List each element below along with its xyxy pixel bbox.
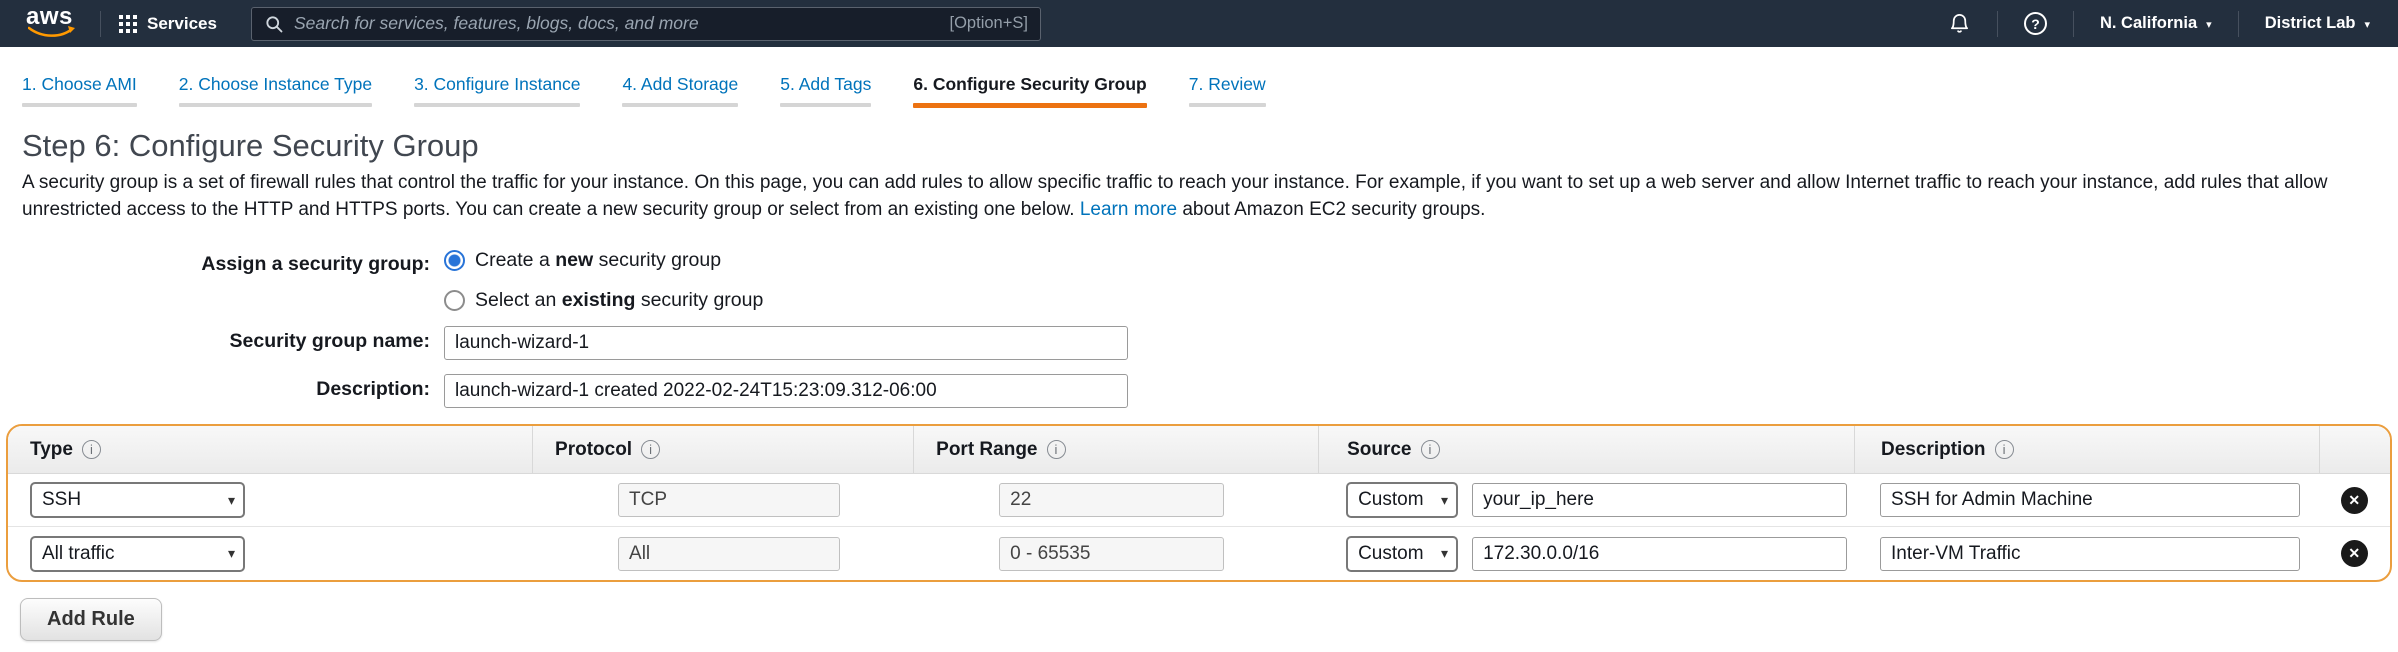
add-rule-button[interactable]: Add Rule [20, 598, 162, 641]
chevron-down-icon [1441, 545, 1448, 562]
column-header-port-range: Port Range [913, 426, 1318, 473]
aws-logo[interactable]: aws [26, 4, 82, 44]
info-icon[interactable] [641, 440, 660, 459]
rule-source-mode-select[interactable]: Custom [1346, 482, 1458, 518]
rule-row-all-traffic: All traffic Custom [8, 527, 2390, 580]
column-header-protocol: Protocol [532, 426, 913, 473]
services-label: Services [147, 14, 217, 34]
grid-icon [119, 15, 137, 33]
notifications-button[interactable] [1940, 12, 1979, 35]
topbar-right-cluster: N. California District Lab [1940, 11, 2378, 37]
rule-row-ssh: SSH Custom [8, 474, 2390, 527]
topbar-divider [100, 11, 101, 37]
rule-port-range-field [999, 537, 1224, 571]
rule-source-mode-select[interactable]: Custom [1346, 536, 1458, 572]
page-description: A security group is a set of firewall ru… [22, 170, 2376, 223]
security-rules-table: Type Protocol Port Range Source Descript… [6, 424, 2392, 582]
topbar-divider [1997, 11, 1998, 37]
radio-select-existing-security-group[interactable]: Select an existing security group [444, 289, 763, 312]
question-circle-icon [2024, 12, 2047, 35]
wizard-steps-nav: 1. Choose AMI 2. Choose Instance Type 3.… [0, 47, 2398, 108]
security-group-form: Assign a security group: Create a new se… [0, 249, 2398, 408]
info-icon[interactable] [1995, 440, 2014, 459]
wizard-step-configure-instance[interactable]: 3. Configure Instance [414, 74, 580, 108]
search-icon [264, 14, 284, 34]
info-icon[interactable] [82, 440, 101, 459]
topbar-divider [2238, 11, 2239, 37]
rule-port-range-field [999, 483, 1224, 517]
rules-table-header: Type Protocol Port Range Source Descript… [8, 426, 2390, 474]
global-search-box[interactable]: [Option+S] [251, 7, 1041, 41]
chevron-down-icon [2206, 18, 2212, 31]
chevron-down-icon [228, 545, 235, 562]
page-description-suffix: about Amazon EC2 security groups. [1182, 199, 1485, 220]
rule-description-input[interactable] [1880, 537, 2300, 571]
radio-select-existing-label: Select an existing security group [475, 289, 763, 312]
learn-more-link[interactable]: Learn more [1080, 199, 1177, 220]
aws-smile-icon [28, 25, 76, 39]
services-menu-button[interactable]: Services [119, 14, 217, 34]
topbar-divider [2073, 11, 2074, 37]
region-label: N. California [2100, 14, 2197, 33]
wizard-step-add-tags[interactable]: 5. Add Tags [780, 74, 871, 108]
radio-create-new-security-group[interactable]: Create a new security group [444, 249, 763, 272]
chevron-down-icon [1441, 492, 1448, 509]
column-header-delete [2319, 426, 2390, 473]
column-header-type: Type [8, 426, 532, 473]
description-label: Description: [0, 374, 430, 401]
account-label: District Lab [2265, 14, 2356, 33]
chevron-down-icon [2364, 18, 2370, 31]
search-shortcut-hint: [Option+S] [950, 14, 1028, 33]
wizard-step-choose-instance-type[interactable]: 2. Choose Instance Type [179, 74, 372, 108]
rule-description-input[interactable] [1880, 483, 2300, 517]
info-icon[interactable] [1047, 440, 1066, 459]
rule-type-select[interactable]: All traffic [30, 536, 245, 572]
wizard-step-review[interactable]: 7. Review [1189, 74, 1266, 108]
account-menu[interactable]: District Lab [2257, 14, 2378, 33]
radio-unselected-icon [444, 290, 465, 311]
radio-create-new-label: Create a new security group [475, 249, 721, 272]
chevron-down-icon [228, 492, 235, 509]
top-navigation-bar: aws Services [Option+S] [0, 0, 2398, 47]
assign-security-group-label: Assign a security group: [0, 249, 430, 276]
wizard-step-choose-ami[interactable]: 1. Choose AMI [22, 74, 137, 108]
help-button[interactable] [2016, 12, 2055, 35]
wizard-step-configure-security-group[interactable]: 6. Configure Security Group [913, 74, 1146, 108]
rule-source-input[interactable] [1472, 537, 1847, 571]
info-icon[interactable] [1421, 440, 1440, 459]
delete-rule-button[interactable] [2341, 540, 2368, 567]
rule-protocol-field [618, 483, 840, 517]
security-group-description-input[interactable] [444, 374, 1128, 408]
security-group-name-label: Security group name: [0, 326, 430, 353]
rule-protocol-field [618, 537, 840, 571]
column-header-description: Description [1854, 426, 2318, 473]
search-input[interactable] [294, 13, 940, 34]
security-group-name-input[interactable] [444, 326, 1128, 360]
column-header-source: Source [1318, 426, 1854, 473]
page-title: Step 6: Configure Security Group [22, 128, 2398, 164]
radio-selected-icon [444, 250, 465, 271]
delete-rule-button[interactable] [2341, 487, 2368, 514]
bell-icon [1948, 12, 1971, 35]
wizard-step-add-storage[interactable]: 4. Add Storage [622, 74, 738, 108]
region-selector[interactable]: N. California [2092, 14, 2220, 33]
rule-type-select[interactable]: SSH [30, 482, 245, 518]
rule-source-input[interactable] [1472, 483, 1847, 517]
